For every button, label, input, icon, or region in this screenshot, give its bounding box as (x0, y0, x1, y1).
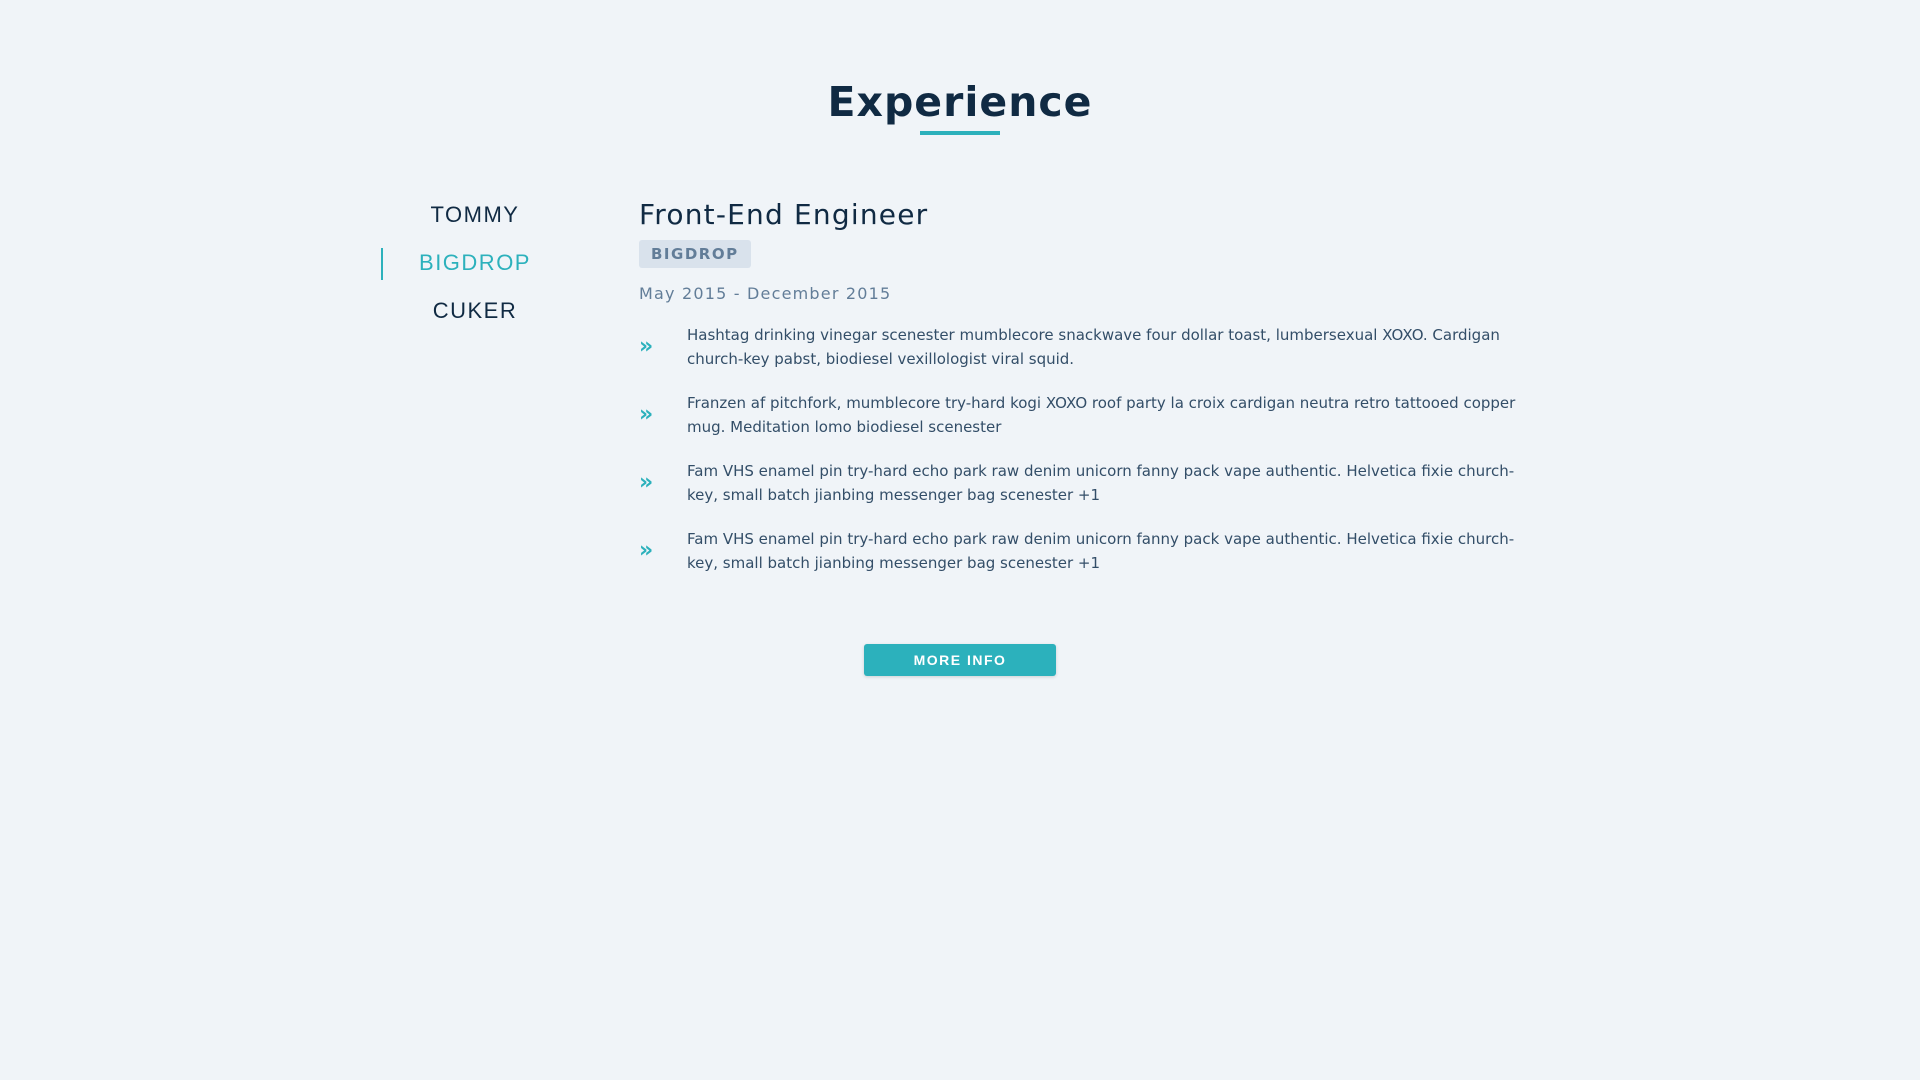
company-tab-cuker[interactable]: CUKER (380, 291, 570, 339)
double-chevron-right-icon: » (639, 470, 654, 495)
more-info-button[interactable]: MORE INFO (864, 644, 1056, 676)
job-dates: May 2015 - December 2015 (639, 284, 892, 303)
section-title: Experience (827, 78, 1093, 126)
duty-item: » Franzen af pitchfork, mumblecore try-h… (639, 391, 1539, 439)
job-info: Front-End Engineer BIGDROP May 2015 - De… (639, 195, 1539, 595)
title-underline (920, 131, 1000, 135)
company-list: TOMMY BIGDROP CUKER (380, 195, 570, 339)
double-chevron-right-icon: » (639, 538, 654, 563)
duty-item: » Hashtag drinking vinegar scenester mum… (639, 323, 1539, 371)
company-tab-bigdrop[interactable]: BIGDROP (380, 243, 570, 291)
duty-item: » Fam VHS enamel pin try-hard echo park … (639, 527, 1539, 575)
duty-text: Franzen af pitchfork, mumblecore try-har… (687, 394, 1516, 436)
double-chevron-right-icon: » (639, 334, 654, 359)
duty-text: Fam VHS enamel pin try-hard echo park ra… (687, 462, 1515, 504)
duty-item: » Fam VHS enamel pin try-hard echo park … (639, 459, 1539, 507)
double-chevron-right-icon: » (639, 402, 654, 427)
duties-list: » Hashtag drinking vinegar scenester mum… (639, 323, 1539, 575)
duty-text: Hashtag drinking vinegar scenester mumbl… (687, 326, 1500, 368)
company-badge: BIGDROP (639, 240, 751, 268)
company-tab-tommy[interactable]: TOMMY (380, 195, 570, 243)
duty-text: Fam VHS enamel pin try-hard echo park ra… (687, 530, 1515, 572)
job-title: Front-End Engineer (639, 198, 929, 231)
